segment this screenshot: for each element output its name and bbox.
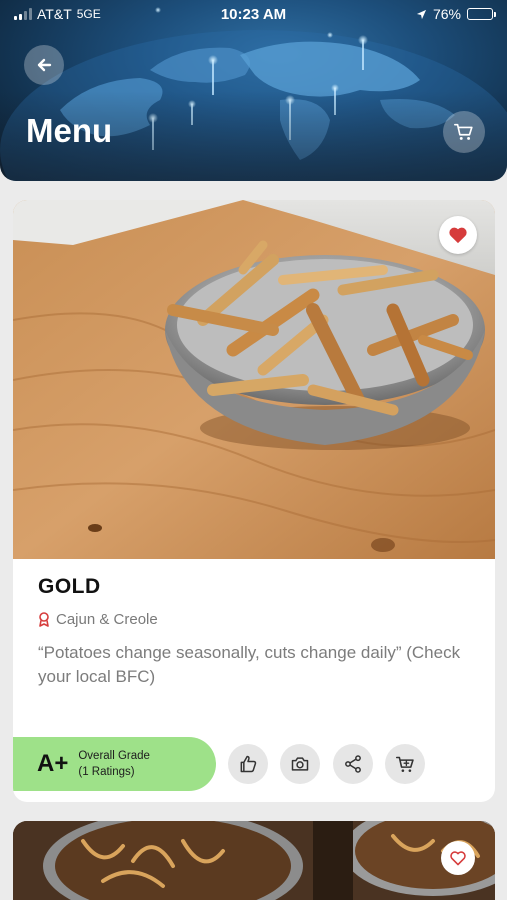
arrow-left-icon (37, 58, 52, 72)
ratings-count: (1 Ratings) (78, 766, 135, 778)
share-icon (345, 755, 361, 773)
camera-icon (291, 757, 309, 771)
header: AT&T 5GE 10:23 AM 76% Menu (0, 0, 507, 181)
battery-percent: 76% (432, 6, 461, 22)
share-button[interactable] (333, 744, 373, 784)
item-category: Cajun & Creole (38, 611, 158, 628)
location-arrow-icon (416, 9, 427, 19)
grade-value: A+ (37, 750, 69, 777)
grade-label-group: Overall Grade (1 Ratings) (78, 748, 150, 780)
shopping-cart-icon (454, 123, 473, 140)
item-photo (13, 200, 495, 559)
heart-filled-icon (449, 227, 467, 244)
like-button[interactable] (228, 744, 268, 784)
status-right: 76% (416, 6, 496, 22)
favorite-button[interactable] (439, 216, 477, 254)
next-item-photo (13, 821, 495, 900)
heart-outline-icon (450, 851, 466, 866)
cart-button[interactable] (443, 111, 485, 153)
thumbs-up-icon (240, 755, 257, 773)
menu-item-card-next[interactable] (13, 821, 495, 900)
item-description: “Potatoes change seasonally, cuts change… (38, 643, 461, 686)
add-to-cart-icon (395, 756, 414, 772)
battery-icon (467, 8, 496, 20)
item-name: GOLD (38, 575, 101, 598)
status-bar: AT&T 5GE 10:23 AM 76% (0, 0, 507, 28)
grade-label: Overall Grade (78, 750, 150, 762)
add-to-cart-button[interactable] (385, 744, 425, 784)
favorite-button-next[interactable] (441, 841, 475, 875)
overall-grade-badge: A+ Overall Grade (1 Ratings) (13, 737, 216, 791)
category-label: Cajun & Creole (56, 611, 158, 628)
page-title: Menu (26, 112, 113, 149)
award-ribbon-icon (39, 612, 49, 627)
fries-photo-illustration (13, 200, 495, 559)
photo-button[interactable] (280, 744, 320, 784)
back-button[interactable] (24, 45, 64, 85)
menu-item-card[interactable]: GOLD Cajun & Creole “Potatoes change sea… (13, 200, 495, 802)
